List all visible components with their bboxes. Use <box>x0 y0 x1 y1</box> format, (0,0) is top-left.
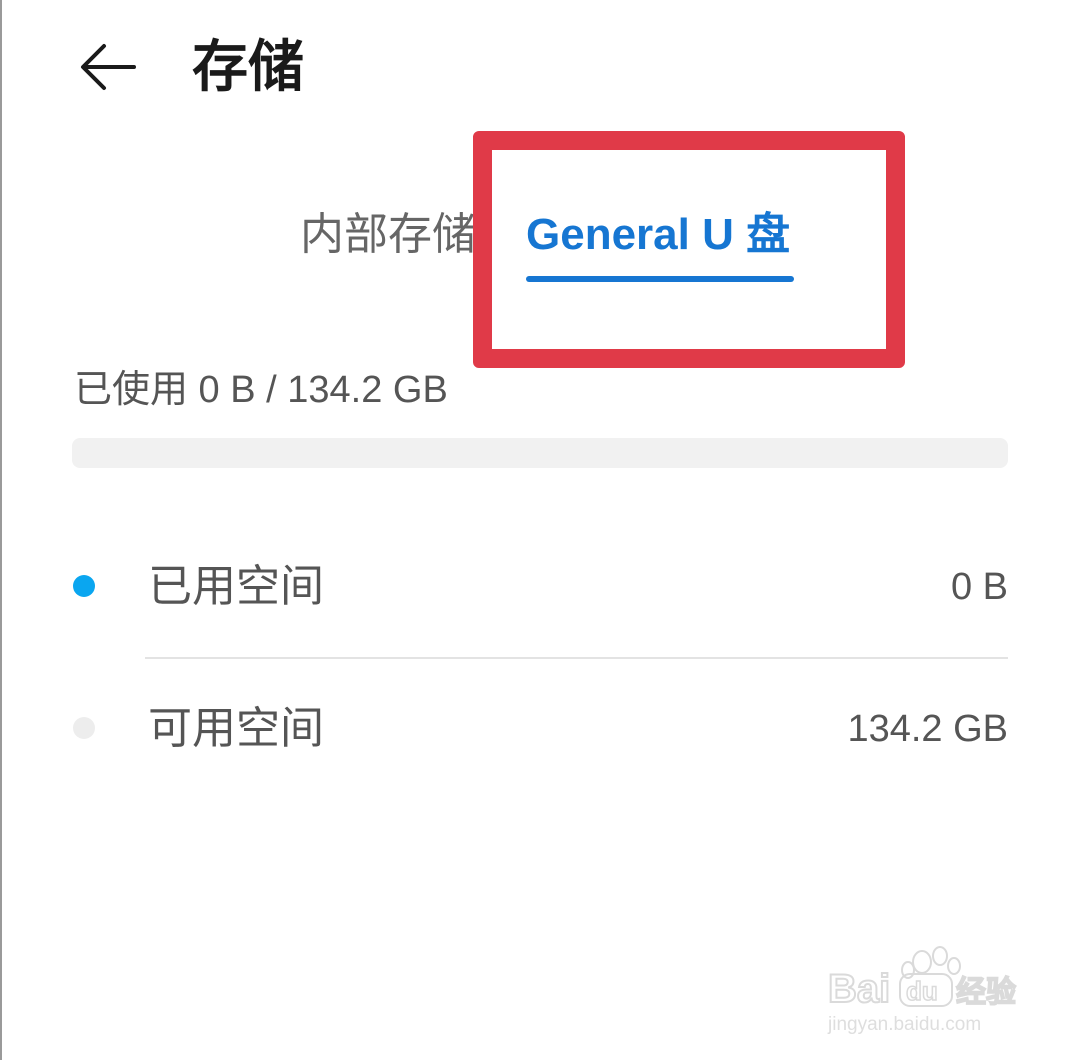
arrow-left-icon <box>81 44 136 90</box>
legend-row-free-space: 可用空间 134.2 GB <box>0 680 1080 780</box>
legend-value: 134.2 GB <box>847 708 1008 750</box>
svg-text:Bai: Bai <box>828 967 890 1011</box>
row-divider <box>145 657 1008 659</box>
legend-label: 已用空间 <box>148 561 324 612</box>
used-space-dot-icon <box>73 575 95 597</box>
storage-usage-bar <box>72 438 1008 468</box>
svg-text:du: du <box>906 976 938 1006</box>
left-edge-divider <box>0 0 2 1060</box>
annotation-highlight-box <box>473 131 905 368</box>
page-title: 存储 <box>192 35 304 100</box>
back-button[interactable] <box>70 32 146 102</box>
tab-internal-storage[interactable]: 内部存储 <box>300 200 476 270</box>
legend-label: 可用空间 <box>148 703 324 754</box>
svg-text:jingyan.baidu.com: jingyan.baidu.com <box>827 1014 981 1035</box>
legend-row-used-space: 已用空间 0 B <box>0 538 1080 638</box>
baidu-jingyan-watermark-logo: Bai du 经验 jingyan.baidu.com <box>826 940 1026 1040</box>
legend-value: 0 B <box>950 566 1008 608</box>
free-space-dot-icon <box>73 717 95 739</box>
usage-summary: 已使用 0 B / 134.2 GB <box>74 369 448 411</box>
svg-text:经验: 经验 <box>956 975 1016 1010</box>
